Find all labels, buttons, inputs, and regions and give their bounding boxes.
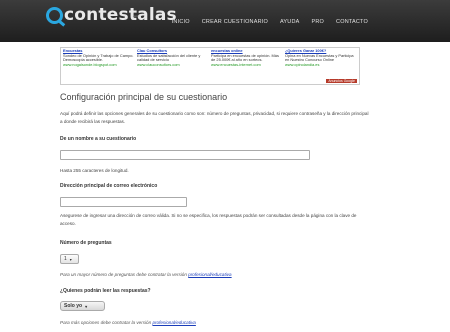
- questions-count-value: 1: [64, 256, 67, 262]
- email-label: Dirección principal de correo electrónic…: [60, 183, 158, 189]
- readers-upgrade-note: Para más opciones debe contratar la vers…: [60, 320, 196, 325]
- email-hint: Asegurese de ingresar una dirección de c…: [60, 213, 357, 226]
- ad-item[interactable]: encuestas online Participa en encuestas …: [211, 48, 284, 68]
- ads-by-google-label[interactable]: Anuncios Google: [326, 79, 357, 83]
- ad-url[interactable]: www.encuestas-internet.com: [211, 62, 284, 68]
- ad-url[interactable]: www.clauconsultors.com: [137, 62, 210, 68]
- name-hint: Hasta 255 caracteres de longitud.: [60, 168, 129, 173]
- nav-item-ayuda[interactable]: AYUDA: [274, 19, 306, 25]
- ad-item[interactable]: ¿Quieres Ganar 100€? Opina en Nuevas Enc…: [285, 48, 358, 68]
- readers-select[interactable]: Solo yo ▾: [60, 301, 105, 311]
- questions-upgrade-note: Para un mayor número de preguntas debe c…: [60, 272, 232, 277]
- page-title: Configuración principal de su cuestionar…: [60, 92, 228, 102]
- ad-url[interactable]: www.opinolandia.es: [285, 62, 358, 68]
- nav-item-pro[interactable]: PRO: [306, 19, 331, 25]
- nav-item-inicio[interactable]: INICIO: [166, 19, 196, 25]
- readers-note-text: Para más opciones debe contratar la vers…: [60, 320, 152, 325]
- intro-text: Aquí podrá definir las opciones generale…: [60, 111, 369, 124]
- questionnaire-name-input[interactable]: [60, 150, 310, 160]
- main-content: Configuración principal de su cuestionar…: [60, 92, 390, 325]
- logo-mark-icon: [46, 6, 63, 24]
- name-label: De un nombre a su cuestionario: [60, 136, 137, 142]
- upgrade-link[interactable]: profesional/educativa: [152, 320, 195, 325]
- site-logo[interactable]: contestalas: [46, 2, 177, 28]
- site-header: contestalas .com INICIO CREAR CUESTIONAR…: [0, 0, 450, 42]
- upgrade-link[interactable]: profesional/educativa: [188, 272, 231, 277]
- ad-item[interactable]: Encuestas Sondeo de Opinión y Trabajo de…: [63, 48, 136, 68]
- questions-count-select[interactable]: 1 ▾: [60, 254, 79, 264]
- logo-subtext: .com: [132, 14, 139, 18]
- nav-item-crear-cuestionario[interactable]: CREAR CUESTIONARIO: [196, 19, 274, 25]
- google-ads-banner: Encuestas Sondeo de Opinión y Trabajo de…: [60, 47, 360, 85]
- readers-value: Solo yo: [64, 303, 83, 309]
- ad-url[interactable]: www.nogalsonde.blogspot.com: [63, 62, 136, 68]
- readers-label: ¿Quienes podrán leer las respuestas?: [60, 288, 151, 294]
- logo-text: contestalas: [64, 5, 177, 25]
- nav-item-contacto[interactable]: CONTACTO: [330, 19, 374, 25]
- chevron-down-icon: ▾: [69, 256, 72, 262]
- chevron-down-icon: ▾: [85, 303, 88, 309]
- questions-label: Número de preguntas: [60, 240, 112, 246]
- questions-note-text: Para un mayor número de preguntas debe c…: [60, 272, 187, 277]
- email-input[interactable]: [60, 197, 187, 207]
- main-nav: INICIO CREAR CUESTIONARIO AYUDA PRO CONT…: [166, 19, 374, 25]
- ad-item[interactable]: Clau Consultors Estudios de satisfacción…: [137, 48, 210, 68]
